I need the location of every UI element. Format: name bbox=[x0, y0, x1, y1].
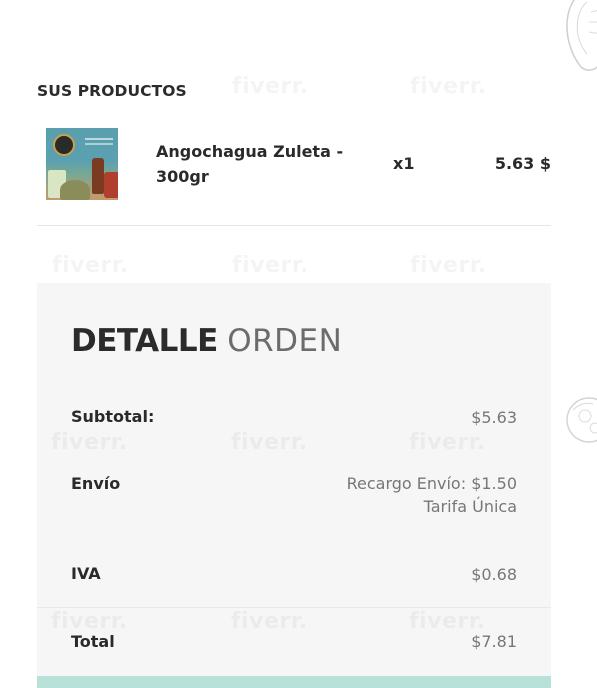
watermark: fiverr. bbox=[232, 74, 309, 99]
tax-value: $0.68 bbox=[471, 565, 517, 584]
total-label: Total bbox=[71, 632, 115, 651]
shipping-fee: Recargo Envío: $1.50 bbox=[346, 474, 517, 493]
shipping-value: Recargo Envío: $1.50 Tarifa Única bbox=[347, 472, 517, 518]
product-name[interactable]: Angochagua Zuleta - 300gr bbox=[156, 139, 356, 189]
order-title-light: ORDEN bbox=[227, 323, 343, 359]
watermark: fiverr. bbox=[410, 74, 487, 99]
watermark: fiverr. bbox=[231, 430, 308, 455]
section-title-products: SUS PRODUCTOS bbox=[37, 82, 187, 100]
watermark: fiverr. bbox=[232, 253, 309, 278]
decorative-sketch-art bbox=[566, 0, 597, 71]
tax-label: IVA bbox=[71, 564, 101, 583]
order-title-bold: DETALLE bbox=[71, 323, 218, 359]
product-price: 5.63 $ bbox=[494, 154, 551, 173]
shipping-label: Envío bbox=[71, 474, 121, 493]
subtotal-label: Subtotal: bbox=[71, 407, 155, 426]
order-detail-card: fiverr. fiverr. fiverr. fiverr. fiverr. … bbox=[37, 283, 551, 688]
order-detail-title: DETALLE ORDEN bbox=[71, 323, 342, 359]
divider bbox=[37, 607, 551, 608]
total-value: $7.81 bbox=[471, 632, 517, 651]
product-thumbnail[interactable] bbox=[46, 128, 118, 200]
subtotal-value: $5.63 bbox=[471, 408, 517, 427]
product-quantity: x1 bbox=[393, 154, 415, 173]
watermark: fiverr. bbox=[409, 430, 486, 455]
watermark: fiverr. bbox=[51, 609, 128, 634]
shipping-rate-type: Tarifa Única bbox=[423, 497, 517, 516]
watermark: fiverr. bbox=[51, 430, 128, 455]
watermark: fiverr. bbox=[52, 253, 129, 278]
product-row: Angochagua Zuleta - 300gr x1 5.63 $ bbox=[37, 120, 551, 226]
watermark: fiverr. bbox=[410, 253, 487, 278]
checkout-button-edge[interactable] bbox=[37, 676, 551, 688]
decorative-sketch-art bbox=[566, 397, 597, 443]
watermark: fiverr. bbox=[231, 609, 308, 634]
